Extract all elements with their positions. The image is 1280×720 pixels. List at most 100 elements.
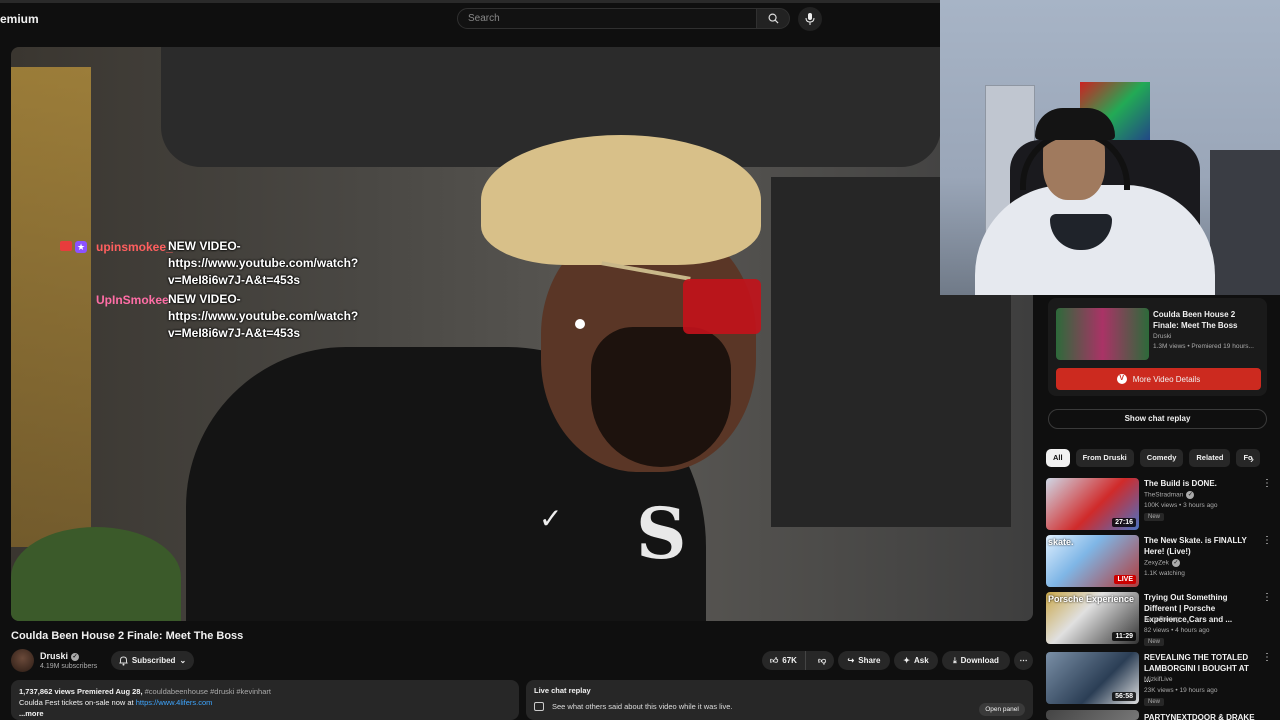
recommendation-channel[interactable]: KanaRacing <box>1144 616 1179 623</box>
channel-avatar[interactable] <box>11 649 34 672</box>
more-vertical-icon[interactable]: ⋮ <box>1262 592 1272 603</box>
more-video-details-button[interactable]: V More Video Details <box>1056 368 1261 390</box>
microphone-icon <box>805 13 815 25</box>
camera-badge-icon <box>60 241 72 251</box>
recommendation-title[interactable]: PARTYNEXTDOOR & DRAKE - <box>1144 712 1256 720</box>
thumbs-up-icon: 👍︎ <box>769 655 779 665</box>
show-more-link[interactable]: ...more <box>19 708 511 719</box>
mini-card-title: Coulda Been House 2 Finale: Meet The Bos… <box>1153 310 1238 330</box>
description-link[interactable]: https://www.4lifers.com <box>136 698 213 707</box>
jersey-logo: S <box>636 492 687 575</box>
chip-all[interactable]: All <box>1046 449 1070 467</box>
filter-chips: All From Druski Comedy Related Fo <box>1046 449 1260 467</box>
webcam-shelf <box>1210 150 1280 295</box>
channel-name[interactable]: Druski ✓ <box>40 651 80 661</box>
show-chat-replay-button[interactable]: Show chat replay <box>1048 409 1267 429</box>
share-label: Share <box>858 656 881 665</box>
youtube-logo[interactable]: emium <box>0 12 39 26</box>
bell-icon <box>119 655 128 666</box>
video-person-beard <box>591 327 731 467</box>
description-box[interactable]: 1,737,862 views Premiered Aug 28, #could… <box>11 680 519 720</box>
recommendation-thumbnail[interactable]: skate. LIVE <box>1046 535 1139 587</box>
verified-icon: ✓ <box>71 652 80 661</box>
new-badge: New <box>1144 513 1165 521</box>
recommendation-title[interactable]: The Build is DONE. <box>1144 478 1256 489</box>
live-chat-description: See what others said about this video wh… <box>552 702 733 711</box>
chevron-right-icon[interactable]: › <box>1250 452 1254 466</box>
search-icon <box>768 13 779 24</box>
voice-search-button[interactable] <box>798 7 822 31</box>
search-input[interactable]: Search <box>457 8 757 29</box>
recommendation-item[interactable]: PARTYNEXTDOOR & DRAKE - <box>1046 710 1280 720</box>
thumbnail-text: Porsche Experience <box>1048 594 1135 604</box>
recommendation-meta: 82 views • 4 hours ago <box>1144 627 1210 634</box>
description-text: Coulda Fest tickets on-sale now at <box>19 698 136 707</box>
recommendation-thumbnail[interactable]: Porsche Experience 11:29 <box>1046 592 1139 644</box>
duration-badge: 27:16 <box>1112 518 1136 527</box>
chat-message: ★ upinsmokee_ NEW VIDEO-https://www.yout… <box>60 238 420 289</box>
chat-badges: ★ <box>60 238 96 289</box>
thumbnail-text: skate. <box>1048 537 1074 547</box>
live-chat-title: Live chat replay <box>534 686 591 695</box>
live-chat-row: See what others said about this video wh… <box>534 702 733 711</box>
more-vertical-icon[interactable]: ⋮ <box>1262 478 1272 489</box>
subscribed-button[interactable]: Subscribed ⌄ <box>111 651 194 670</box>
thumbs-down-icon: 👎︎ <box>817 655 827 665</box>
live-badge: LIVE <box>1114 575 1136 584</box>
subscriber-count: 4.19M subscribers <box>40 663 98 670</box>
recommendation-thumbnail[interactable]: 27:16 <box>1046 478 1139 530</box>
chat-author: upinsmokee_ <box>96 240 173 254</box>
chip-comedy[interactable]: Comedy <box>1139 449 1184 467</box>
download-label: Download <box>960 656 999 665</box>
recommendation-channel[interactable]: ZexyZek ✓ <box>1144 559 1180 567</box>
hashtags[interactable]: #couldabeenhouse #druski #kevinhart <box>145 687 271 696</box>
star-badge-icon: ★ <box>75 241 87 253</box>
info-icon: V <box>1116 374 1127 384</box>
verified-icon: ✓ <box>1186 491 1195 499</box>
dislike-button[interactable]: 👎︎ <box>810 656 834 666</box>
like-count: 67K <box>782 656 797 665</box>
mini-card-meta: 1.3M views • Premiered 19 hours... <box>1153 343 1254 350</box>
more-vertical-icon[interactable]: ⋮ <box>1262 652 1272 663</box>
recommendation-thumbnail[interactable]: 56:58 <box>1046 652 1139 704</box>
recommendation-item[interactable]: skate. LIVE The New Skate. is FINALLY He… <box>1046 535 1280 589</box>
recommendation-meta: 100K views • 3 hours ago <box>1144 502 1218 509</box>
recommendation-channel[interactable]: TheStradman ✓ <box>1144 491 1195 499</box>
download-icon: ⤓ <box>953 655 957 665</box>
chat-icon <box>534 702 544 711</box>
new-badge: New <box>1144 638 1165 646</box>
recommendation-channel[interactable]: MizkifLive <box>1144 676 1173 683</box>
video-person-hair <box>481 135 761 265</box>
more-video-details-label: More Video Details <box>1132 374 1201 384</box>
video-earring <box>575 319 585 329</box>
webcam-overlay <box>940 0 1280 295</box>
new-badge: New <box>1144 698 1165 706</box>
verified-icon: ✓ <box>1171 559 1180 567</box>
recommendation-thumbnail[interactable] <box>1046 710 1139 720</box>
more-vertical-icon[interactable]: ⋮ <box>1262 535 1272 546</box>
chat-text: NEW VIDEO-https://www.youtube.com/watch?… <box>168 292 359 340</box>
chip-more[interactable]: Fo <box>1236 449 1260 467</box>
recommendation-meta: 23K views • 19 hours ago <box>1144 687 1218 694</box>
recommendation-item[interactable]: 27:16 The Build is DONE. TheStradman ✓ 10… <box>1046 478 1280 532</box>
recommendation-item[interactable]: 56:58 REVEALING THE TOTALED LAMBORGINI I… <box>1046 652 1280 706</box>
download-button[interactable]: ⤓ Download <box>942 651 1010 670</box>
chip-related[interactable]: Related <box>1189 449 1231 467</box>
webcam-cap <box>1035 108 1115 140</box>
more-actions-button[interactable]: ⋯ <box>1014 651 1033 670</box>
video-title: Coulda Been House 2 Finale: Meet The Bos… <box>11 630 244 642</box>
chip-from-druski[interactable]: From Druski <box>1075 449 1134 467</box>
recommendation-item[interactable]: Porsche Experience 11:29 Trying Out Some… <box>1046 592 1280 646</box>
chevron-down-icon: ⌄ <box>179 656 187 665</box>
recommendation-title[interactable]: The New Skate. is FINALLY Here! (Live!) <box>1144 535 1256 557</box>
nike-logo: ✓ <box>539 503 563 534</box>
description-stats-line: 1,737,862 views Premiered Aug 28, #could… <box>19 686 511 697</box>
open-panel-button[interactable]: Open panel <box>979 703 1025 716</box>
search-button[interactable] <box>756 8 790 29</box>
like-button[interactable]: 👍︎ 67K <box>762 651 806 670</box>
chat-overlay: ★ upinsmokee_ NEW VIDEO-https://www.yout… <box>60 238 420 344</box>
ask-button[interactable]: ✦ Ask <box>894 651 938 670</box>
channel-name-text[interactable]: Druski <box>40 651 68 661</box>
share-button[interactable]: ↪ Share <box>838 651 890 670</box>
mini-thumbnail[interactable] <box>1056 308 1149 360</box>
